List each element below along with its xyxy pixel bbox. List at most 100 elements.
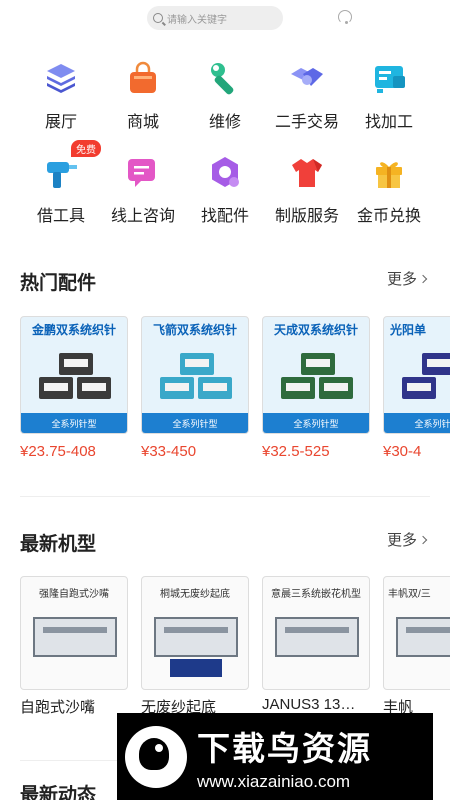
band-label: 全系列针型 bbox=[293, 419, 339, 429]
nut-icon bbox=[207, 154, 243, 190]
machine-card[interactable]: 桐城无废纱起底 无废纱起底 bbox=[141, 576, 249, 726]
layers-icon bbox=[43, 60, 79, 96]
machine-icon bbox=[371, 60, 407, 96]
watermark-logo-icon bbox=[125, 725, 187, 788]
machine-name: JANUS3 13… bbox=[262, 696, 356, 713]
band-label: 全系列针型 bbox=[414, 419, 450, 429]
category-label: 商城 bbox=[126, 114, 159, 131]
category-find-parts[interactable]: 找配件 bbox=[184, 154, 266, 226]
part-image-band: 全系列针型 bbox=[142, 413, 248, 433]
machine-image: 强隆自跑式沙嘴 bbox=[20, 576, 128, 690]
part-image-title: 飞箭双系统织针 bbox=[152, 323, 237, 337]
chat-icon bbox=[125, 154, 161, 190]
part-image-band: 全系列针型 bbox=[21, 413, 127, 433]
category-processing[interactable]: 找加工 bbox=[348, 60, 430, 132]
category-showroom[interactable]: 展厅 bbox=[20, 60, 102, 132]
product-box bbox=[39, 377, 73, 399]
machine-image-title: 意晨三系统嵌花机型 bbox=[271, 589, 361, 600]
machine-image-title: 强隆自跑式沙嘴 bbox=[39, 589, 109, 600]
top-bar: 请输入关键字 bbox=[0, 6, 450, 32]
search-input[interactable]: 请输入关键字 bbox=[147, 6, 283, 30]
more-label: 更多 bbox=[386, 532, 417, 549]
wrench-icon bbox=[207, 60, 243, 96]
section-title: 最新机型 bbox=[20, 534, 97, 555]
category-label: 二手交易 bbox=[274, 114, 339, 131]
new-machines-header: 最新机型 更多 bbox=[20, 529, 430, 555]
part-image-band: 全系列针型 bbox=[384, 413, 450, 433]
category-label: 找配件 bbox=[200, 208, 249, 225]
category-borrow-tools[interactable]: 免费 借工具 bbox=[20, 140, 102, 226]
watermark-title: 下载鸟资源 bbox=[197, 729, 372, 767]
part-price: ¥23.75-408 bbox=[20, 443, 96, 460]
part-image-band: 全系列针型 bbox=[263, 413, 369, 433]
product-box bbox=[319, 377, 353, 399]
part-price: ¥32.5-525 bbox=[262, 443, 330, 460]
section-title: 最新动态 bbox=[20, 785, 97, 800]
new-machines-more-link[interactable]: 更多 bbox=[386, 529, 428, 550]
machine-card[interactable]: 意晨三系统嵌花机型 JANUS3 13… bbox=[262, 576, 370, 726]
part-image: 光阳单 全系列针型 bbox=[383, 316, 450, 434]
category-mall[interactable]: 商城 bbox=[102, 60, 184, 132]
machine-card[interactable]: 丰帆双/三 丰帆 bbox=[383, 576, 450, 726]
machine-frame bbox=[33, 617, 117, 657]
watermark-banner: 下载鸟资源 www.xiazainiao.com bbox=[117, 713, 433, 800]
section-title: 热门配件 bbox=[20, 273, 97, 294]
product-box bbox=[160, 377, 194, 399]
drill-icon: 免费 bbox=[43, 140, 101, 190]
category-label: 展厅 bbox=[44, 114, 77, 131]
product-box bbox=[422, 353, 450, 375]
customer-service-icon[interactable] bbox=[338, 10, 352, 24]
category-label: 找加工 bbox=[364, 114, 413, 131]
product-box bbox=[281, 377, 315, 399]
part-price: ¥33-450 bbox=[141, 443, 197, 460]
band-label: 全系列针型 bbox=[172, 419, 218, 429]
product-box bbox=[59, 353, 93, 375]
category-label: 线上咨询 bbox=[110, 208, 175, 225]
new-machines-list: 强隆自跑式沙嘴 自跑式沙嘴 桐城无废纱起底 无废纱起底 意晨三系统嵌花机型 JA… bbox=[20, 576, 450, 726]
machine-frame bbox=[154, 617, 238, 657]
product-box bbox=[301, 353, 335, 375]
part-card[interactable]: 金鹏双系统织针 全系列针型 ¥23.75-408 bbox=[20, 316, 128, 466]
part-image: 金鹏双系统织针 全系列针型 bbox=[20, 316, 128, 434]
part-card[interactable]: 天成双系统织针 全系列针型 ¥32.5-525 bbox=[262, 316, 370, 466]
section-divider bbox=[20, 496, 430, 497]
shopping-bag-icon bbox=[125, 60, 161, 96]
category-repair[interactable]: 维修 bbox=[184, 60, 266, 132]
machine-image: 意晨三系统嵌花机型 bbox=[262, 576, 370, 690]
category-online-consult[interactable]: 线上咨询 bbox=[102, 154, 184, 226]
product-box bbox=[180, 353, 214, 375]
search-icon bbox=[153, 13, 163, 23]
machine-image-title: 丰帆双/三 bbox=[388, 589, 431, 600]
hot-parts-more-link[interactable]: 更多 bbox=[386, 268, 428, 289]
part-image: 飞箭双系统织针 全系列针型 bbox=[141, 316, 249, 434]
machine-image-title: 桐城无废纱起底 bbox=[160, 589, 230, 600]
part-card[interactable]: 飞箭双系统织针 全系列针型 ¥33-450 bbox=[141, 316, 249, 466]
handshake-icon bbox=[289, 60, 325, 96]
machine-base bbox=[170, 659, 222, 677]
watermark-text: 下载鸟资源 www.xiazainiao.com bbox=[197, 722, 372, 792]
product-box bbox=[77, 377, 111, 399]
watermark-url: www.xiazainiao.com bbox=[197, 771, 351, 791]
shirt-icon bbox=[289, 154, 325, 190]
hot-parts-header: 热门配件 更多 bbox=[20, 268, 430, 294]
product-box bbox=[402, 377, 436, 399]
gift-icon bbox=[371, 154, 407, 190]
machine-frame bbox=[275, 617, 359, 657]
category-label: 借工具 bbox=[36, 208, 85, 225]
part-card[interactable]: 光阳单 全系列针型 ¥30-4 bbox=[383, 316, 450, 466]
category-pattern-service[interactable]: 制版服务 bbox=[266, 154, 348, 226]
band-label: 全系列针型 bbox=[51, 419, 97, 429]
more-label: 更多 bbox=[386, 271, 417, 288]
category-second-hand[interactable]: 二手交易 bbox=[266, 60, 348, 132]
part-price: ¥30-4 bbox=[383, 443, 422, 460]
category-label: 制版服务 bbox=[274, 208, 339, 225]
category-label: 维修 bbox=[208, 114, 241, 131]
machine-image: 丰帆双/三 bbox=[383, 576, 450, 690]
part-image-title: 天成双系统织针 bbox=[273, 323, 358, 337]
machine-frame bbox=[396, 617, 450, 657]
category-coin-exchange[interactable]: 金币兑换 bbox=[348, 154, 430, 226]
machine-image: 桐城无废纱起底 bbox=[141, 576, 249, 690]
chevron-right-icon bbox=[418, 274, 428, 283]
machine-card[interactable]: 强隆自跑式沙嘴 自跑式沙嘴 bbox=[20, 576, 128, 726]
product-box bbox=[198, 377, 232, 399]
